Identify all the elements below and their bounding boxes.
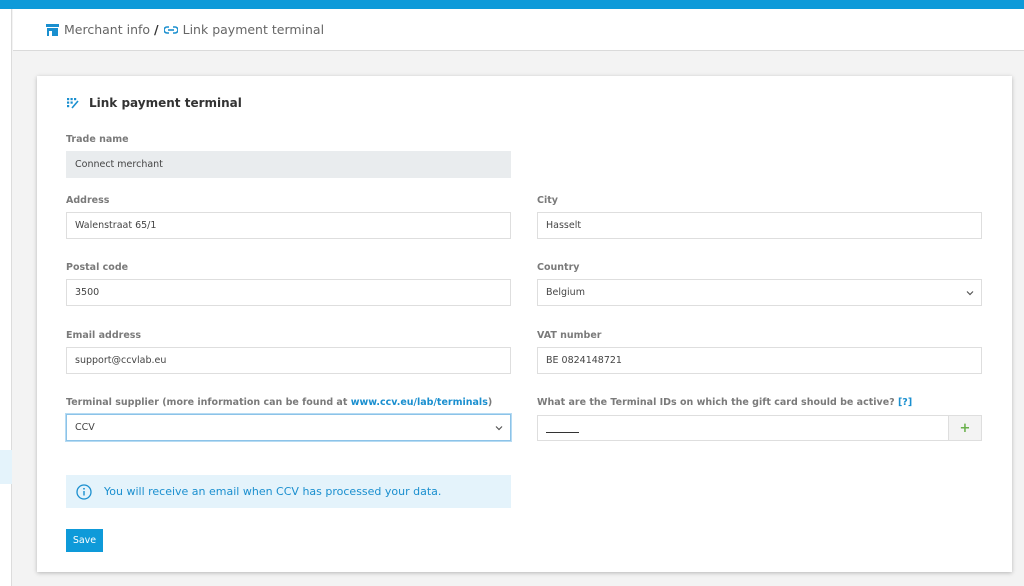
city-input[interactable]: Hasselt <box>537 212 982 239</box>
sidebar-active-item[interactable] <box>0 450 12 484</box>
link-terminal-card: Link payment terminal Trade name Connect… <box>37 76 1012 572</box>
supplier-label: Terminal supplier (more information can … <box>66 397 492 408</box>
terminal-ids-help-link[interactable]: [?] <box>898 397 912 408</box>
info-message-text: You will receive an email when CCV has p… <box>104 485 442 498</box>
email-input[interactable]: support@ccvlab.eu <box>66 347 511 374</box>
info-message-box: You will receive an email when CCV has p… <box>66 475 511 508</box>
supplier-value: CCV <box>75 422 95 433</box>
terminal-ids-label-text: What are the Terminal IDs on which the g… <box>537 397 895 408</box>
address-input[interactable]: Walenstraat 65/1 <box>66 212 511 239</box>
top-bar <box>0 0 1024 9</box>
address-value: Walenstraat 65/1 <box>75 220 157 231</box>
supplier-label-suffix: ) <box>487 397 493 408</box>
address-label: Address <box>66 195 110 206</box>
vat-value: BE 0824148721 <box>546 355 622 366</box>
trade-name-value: Connect merchant <box>75 159 163 170</box>
breadcrumb-merchant-info[interactable]: Merchant info <box>64 22 150 37</box>
add-terminal-id-button[interactable]: + <box>949 415 982 441</box>
postal-code-value: 3500 <box>75 287 100 298</box>
country-select[interactable]: Belgium <box>537 279 982 306</box>
terminal-id-input[interactable] <box>537 415 949 441</box>
city-value: Hasselt <box>546 220 582 231</box>
trade-name-field: Connect merchant <box>66 151 511 178</box>
store-icon <box>46 23 59 36</box>
save-button[interactable]: Save <box>66 529 103 552</box>
card-title: Link payment terminal <box>67 95 242 111</box>
country-value: Belgium <box>546 287 585 298</box>
postal-code-input[interactable]: 3500 <box>66 279 511 306</box>
country-label: Country <box>537 262 580 273</box>
sidebar <box>0 9 12 586</box>
vat-label: VAT number <box>537 330 602 341</box>
link-icon <box>163 25 178 35</box>
chevron-down-icon <box>495 426 503 431</box>
supplier-info-link[interactable]: www.ccv.eu/lab/terminals <box>351 397 488 408</box>
supplier-select[interactable]: CCV <box>66 414 511 441</box>
postal-code-label: Postal code <box>66 262 129 273</box>
breadcrumb-separator: / <box>154 22 159 37</box>
chevron-down-icon <box>966 291 974 296</box>
trade-name-label: Trade name <box>66 134 129 145</box>
breadcrumb: Merchant info / Link payment terminal <box>13 9 1024 51</box>
card-title-text: Link payment terminal <box>89 96 242 110</box>
vat-input[interactable]: BE 0824148721 <box>537 347 982 374</box>
email-label: Email address <box>66 330 142 341</box>
email-value: support@ccvlab.eu <box>75 355 167 366</box>
terminal-id-placeholder-line <box>546 427 579 433</box>
info-circle-icon <box>76 483 92 500</box>
terminal-grid-icon <box>67 97 79 109</box>
breadcrumb-link-payment-terminal: Link payment terminal <box>182 22 325 37</box>
city-label: City <box>537 195 558 206</box>
terminal-ids-label: What are the Terminal IDs on which the g… <box>537 397 912 408</box>
supplier-label-prefix: Terminal supplier (more information can … <box>66 397 351 408</box>
